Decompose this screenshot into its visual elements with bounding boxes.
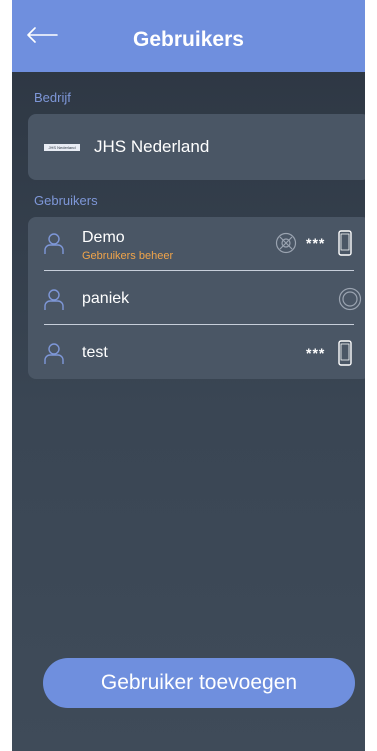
user-avatar-icon: [44, 343, 64, 364]
password-stars-icon: ***: [306, 345, 326, 361]
header-bar: Gebruikers: [12, 0, 365, 72]
company-section-label: Bedrijf: [34, 90, 71, 105]
mobile-phone-icon: [338, 340, 352, 366]
user-avatar-icon: [44, 289, 64, 310]
users-list: Demo Gebruikers beheer *** paniek test *…: [28, 217, 365, 379]
no-alarm-icon: [275, 232, 297, 254]
row-divider: [44, 324, 354, 325]
company-name: JHS Nederland: [94, 137, 210, 156]
page-title: Gebruikers: [133, 28, 244, 51]
company-card: JHS Nederland JHS Nederland: [28, 114, 365, 180]
company-row[interactable]: JHS Nederland JHS Nederland: [28, 114, 365, 180]
user-row-test[interactable]: test ***: [28, 327, 365, 379]
user-row-demo[interactable]: Demo Gebruikers beheer ***: [28, 217, 365, 269]
user-name: Demo: [82, 229, 125, 246]
user-avatar-icon: [44, 233, 64, 254]
app-screen: Gebruikers Bedrijf JHS Nederland JHS Ned…: [12, 0, 365, 751]
company-logo: JHS Nederland: [44, 143, 80, 151]
user-row-paniek[interactable]: paniek: [28, 273, 365, 325]
add-user-button[interactable]: Gebruiker toevoegen: [43, 658, 355, 708]
row-divider: [44, 270, 354, 271]
panic-ring-icon: [338, 287, 362, 311]
company-logo-text: JHS Nederland: [48, 144, 76, 150]
users-section-label: Gebruikers: [34, 193, 98, 208]
user-name: test: [82, 344, 108, 361]
password-stars-icon: ***: [306, 235, 326, 251]
mobile-phone-icon: [338, 230, 352, 256]
user-role: Gebruikers beheer: [82, 250, 174, 262]
user-name: paniek: [82, 290, 130, 307]
